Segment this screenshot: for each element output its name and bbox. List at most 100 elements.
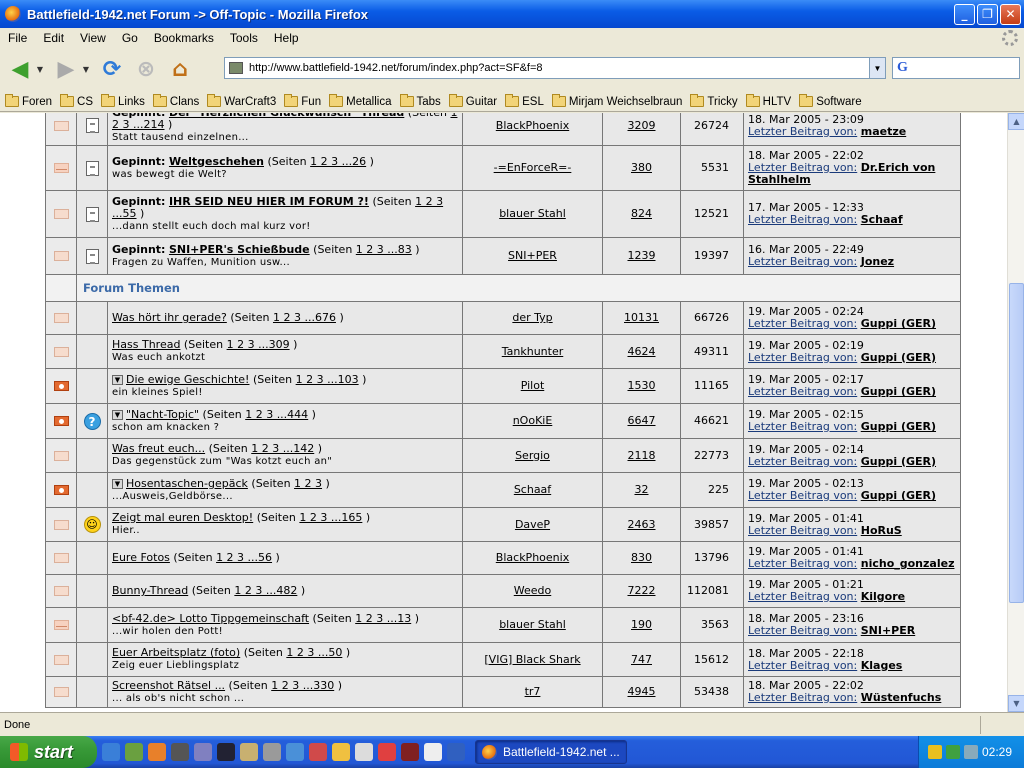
search-box[interactable]: G (892, 57, 1020, 79)
quicklaunch-icon-12[interactable] (355, 743, 373, 761)
quicklaunch-icon-8[interactable] (263, 743, 281, 761)
quicklaunch-firefox-icon[interactable] (148, 743, 166, 761)
close-button[interactable]: ✕ (1000, 3, 1021, 25)
bookmark-folder[interactable]: Foren (5, 94, 52, 108)
replies-link[interactable]: 1239 (628, 249, 656, 262)
author-link[interactable]: Schaaf (514, 483, 551, 496)
last-poster-link[interactable]: Guppi (GER) (861, 351, 936, 364)
quicklaunch-icon-11[interactable] (332, 743, 350, 761)
tray-icon-1[interactable] (927, 745, 942, 759)
last-poster-link[interactable]: Jonez (861, 255, 894, 268)
author-link[interactable]: SNI+PER (508, 249, 557, 262)
author-link[interactable]: DaveP (515, 518, 550, 531)
bookmark-folder[interactable]: Metallica (329, 94, 392, 108)
quicklaunch-icon-6[interactable] (217, 743, 235, 761)
quicklaunch-icon-7[interactable] (240, 743, 258, 761)
page-links[interactable]: 1 2 3 ...13 (355, 612, 411, 625)
replies-link[interactable]: 1530 (628, 379, 656, 392)
replies-link[interactable]: 32 (635, 483, 649, 496)
author-link[interactable]: -=EnForceR=- (494, 161, 572, 174)
tray-icon-3[interactable] (963, 745, 978, 759)
author-link[interactable]: Tankhunter (502, 345, 564, 358)
bookmark-folder[interactable]: Guitar (448, 94, 497, 108)
last-poster-link[interactable]: Guppi (GER) (861, 455, 936, 468)
google-search-icon[interactable]: G (897, 60, 908, 76)
last-poster-link[interactable]: maetze (861, 125, 906, 138)
last-poster-link[interactable]: nicho_gonzalez (861, 557, 955, 570)
back-dropdown-icon[interactable]: ▼ (34, 65, 46, 74)
replies-link[interactable]: 7222 (628, 584, 656, 597)
menu-go[interactable]: Go (114, 31, 146, 45)
author-link[interactable]: BlackPhoenix (496, 551, 569, 564)
author-link[interactable]: Pilot (521, 379, 545, 392)
last-poster-link[interactable]: Wüstenfuchs (861, 691, 942, 704)
page-links[interactable]: 1 2 3 ...165 (299, 511, 362, 524)
quicklaunch-icon-16[interactable] (447, 743, 465, 761)
bookmark-folder[interactable]: Software (799, 94, 862, 108)
bookmark-folder[interactable]: Clans (152, 94, 199, 108)
page-links[interactable]: 1 2 3 ...330 (271, 679, 334, 692)
bookmark-folder[interactable]: HLTV (745, 94, 791, 108)
quicklaunch-icon-13[interactable] (378, 743, 396, 761)
quicklaunch-icon-1[interactable] (102, 743, 120, 761)
topic-title-link[interactable]: "Nacht-Topic" (126, 408, 199, 421)
poll-icon[interactable]: ▼ (112, 478, 123, 489)
quicklaunch-icon-9[interactable] (286, 743, 304, 761)
forward-arrow-icon[interactable]: ▶ (52, 55, 80, 83)
bookmark-folder[interactable]: Mirjam Weichselbraun (551, 94, 682, 108)
quicklaunch-icon-5[interactable] (194, 743, 212, 761)
author-link[interactable]: Sergio (515, 449, 550, 462)
replies-link[interactable]: 4624 (628, 345, 656, 358)
taskbar-firefox-button[interactable]: Battlefield-1942.net ... (475, 740, 627, 764)
topic-title-link[interactable]: Weltgeschehen (169, 155, 264, 168)
page-links[interactable]: 1 2 3 ...444 (245, 408, 308, 421)
last-poster-link[interactable]: Guppi (GER) (861, 420, 936, 433)
topic-title-link[interactable]: Der "Herzlichen Glückwunsch" Thread (169, 113, 404, 119)
maximize-button[interactable]: ❐ (977, 3, 998, 25)
bookmark-folder[interactable]: Tabs (399, 94, 441, 108)
last-poster-link[interactable]: Guppi (GER) (861, 385, 936, 398)
last-poster-link[interactable]: Kilgore (861, 590, 905, 603)
menu-bookmarks[interactable]: Bookmarks (146, 31, 222, 45)
replies-link[interactable]: 824 (631, 207, 652, 220)
menu-view[interactable]: View (72, 31, 114, 45)
url-text[interactable]: http://www.battlefield-1942.net/forum/in… (249, 62, 543, 74)
quicklaunch-icon-15[interactable] (424, 743, 442, 761)
vertical-scrollbar[interactable]: ▲ ▼ (1007, 113, 1024, 712)
author-link[interactable]: nOoKiE (513, 414, 553, 427)
forward-dropdown-icon[interactable]: ▼ (80, 65, 92, 74)
quicklaunch-icon-10[interactable] (309, 743, 327, 761)
page-links[interactable]: 1 2 3 ...83 (356, 243, 412, 256)
bookmark-folder[interactable]: CS (60, 94, 93, 108)
last-poster-link[interactable]: HoRuS (861, 524, 902, 537)
replies-link[interactable]: 10131 (624, 311, 659, 324)
menu-edit[interactable]: Edit (35, 31, 72, 45)
page-links[interactable]: 1 2 3 ...26 (310, 155, 366, 168)
page-links[interactable]: 1 2 3 ...676 (273, 311, 336, 324)
page-links[interactable]: 1 2 3 ...309 (227, 338, 290, 351)
topic-title-link[interactable]: SNI+PER's Schießbude (169, 243, 310, 256)
last-poster-link[interactable]: Schaaf (861, 213, 903, 226)
topic-title-link[interactable]: Was freut euch... (112, 442, 205, 455)
last-poster-link[interactable]: Guppi (GER) (861, 317, 936, 330)
quicklaunch-icon-14[interactable] (401, 743, 419, 761)
topic-title-link[interactable]: <bf-42.de> Lotto Tippgemeinschaft (112, 612, 309, 625)
replies-link[interactable]: 830 (631, 551, 652, 564)
replies-link[interactable]: 190 (631, 618, 652, 631)
page-links[interactable]: 1 2 3 ...142 (251, 442, 314, 455)
poll-icon[interactable]: ▼ (112, 374, 123, 385)
author-link[interactable]: der Typ (512, 311, 552, 324)
topic-title-link[interactable]: Die ewige Geschichte! (126, 373, 249, 386)
last-poster-link[interactable]: SNI+PER (861, 624, 915, 637)
topic-title-link[interactable]: Hosentaschen-gepäck (126, 477, 248, 490)
menu-file[interactable]: File (0, 31, 35, 45)
menu-help[interactable]: Help (266, 31, 307, 45)
replies-link[interactable]: 380 (631, 161, 652, 174)
poll-icon[interactable]: ▼ (112, 409, 123, 420)
page-links[interactable]: 1 2 3 ...56 (216, 551, 272, 564)
address-bar[interactable]: http://www.battlefield-1942.net/forum/in… (224, 57, 886, 79)
reload-icon[interactable]: ⟳ (98, 55, 126, 83)
topic-title-link[interactable]: Hass Thread (112, 338, 180, 351)
replies-link[interactable]: 747 (631, 653, 652, 666)
topic-title-link[interactable]: Zeigt mal euren Desktop! (112, 511, 253, 524)
